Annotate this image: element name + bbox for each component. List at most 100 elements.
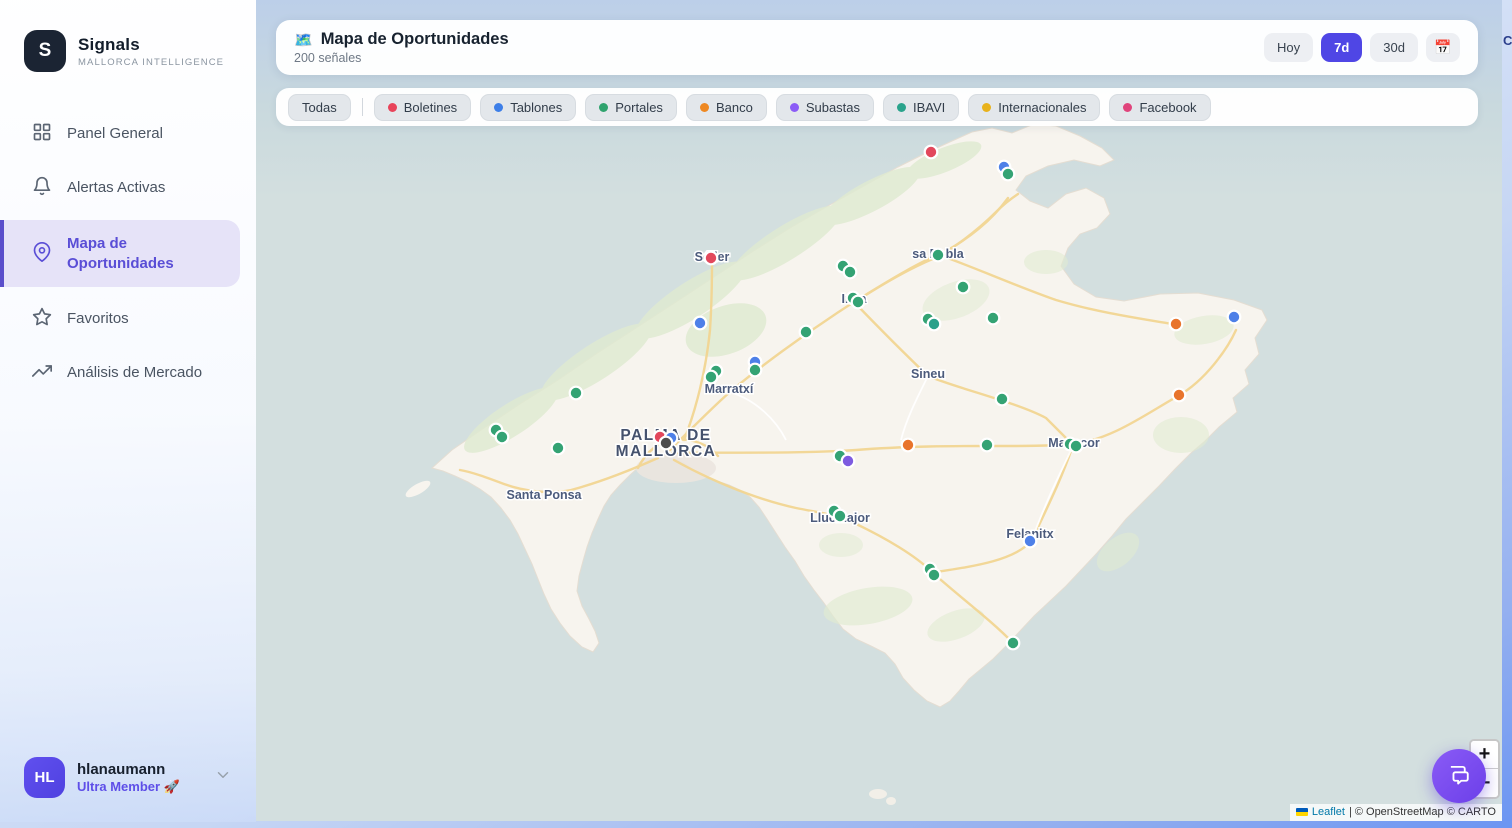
- map-marker-green[interactable]: [932, 249, 945, 262]
- map-emoji-icon: 🗺️: [294, 31, 313, 49]
- sidebar-item-favoritos[interactable]: Favoritos: [0, 297, 246, 341]
- map-marker-green[interactable]: [1002, 168, 1015, 181]
- ukraine-flag-icon: [1296, 808, 1308, 816]
- grid-icon: [32, 122, 52, 146]
- filter-chip-banco[interactable]: Banco: [686, 94, 767, 121]
- sidebar-item-panel-general[interactable]: Panel General: [0, 112, 246, 156]
- time-filter-30d[interactable]: 30d: [1370, 33, 1418, 62]
- trend-up-icon: [32, 361, 52, 385]
- chip-label: Boletines: [404, 100, 457, 115]
- chip-color-dot: [388, 103, 397, 112]
- time-filter-group: Hoy 7d 30d 📅: [1264, 33, 1460, 62]
- sidebar-item-an-lisis-de-mercado[interactable]: Análisis de Mercado: [0, 351, 246, 395]
- filter-chip-facebook[interactable]: Facebook: [1109, 94, 1210, 121]
- sidebar-item-label: Alertas Activas: [67, 178, 165, 198]
- chip-color-dot: [700, 103, 709, 112]
- star-icon: [32, 307, 52, 331]
- user-tier-badge: Ultra Member 🚀: [77, 779, 180, 795]
- time-filter-hoy[interactable]: Hoy: [1264, 33, 1313, 62]
- filter-chip-todas[interactable]: Todas: [288, 94, 351, 121]
- sidebar-item-label: Panel General: [67, 124, 163, 144]
- map-marker-orange[interactable]: [1170, 318, 1183, 331]
- calendar-icon[interactable]: 📅: [1426, 33, 1460, 62]
- chip-label: Banco: [716, 100, 753, 115]
- map-town-label: Santa Ponsa: [506, 488, 582, 502]
- map-marker-green[interactable]: [928, 569, 941, 582]
- chip-divider: [362, 98, 363, 116]
- sidebar-item-alertas-activas[interactable]: Alertas Activas: [0, 166, 246, 210]
- bell-icon: [32, 176, 52, 200]
- map-marker-teal[interactable]: [928, 318, 941, 331]
- map-canvas[interactable]: Sóllersa PoblaIncaSineuPALMA DEMALLORCAM…: [256, 0, 1502, 821]
- map-marker-green[interactable]: [834, 510, 847, 523]
- filter-chips-bar: Todas Boletines Tablones Portales Banco Subas…: [276, 88, 1478, 126]
- user-card[interactable]: HL hlanaumann Ultra Member 🚀: [0, 739, 256, 822]
- chip-label: Subastas: [806, 100, 860, 115]
- map-marker-green[interactable]: [981, 439, 994, 452]
- filter-chip-ibavi[interactable]: IBAVI: [883, 94, 959, 121]
- map-marker-blue[interactable]: [1228, 311, 1241, 324]
- map-marker-green[interactable]: [705, 371, 718, 384]
- sidebar: S Signals MALLORCA INTELLIGENCE Panel Ge…: [0, 0, 256, 822]
- map-pin-icon: [32, 242, 52, 266]
- chip-color-dot: [897, 103, 906, 112]
- map-marker-purple[interactable]: [842, 455, 855, 468]
- map-marker-green[interactable]: [749, 364, 762, 377]
- map-marker-green[interactable]: [496, 431, 509, 444]
- chip-label: Facebook: [1139, 100, 1196, 115]
- chip-color-dot: [494, 103, 503, 112]
- page-title: Mapa de Oportunidades: [321, 30, 509, 49]
- chip-color-dot: [790, 103, 799, 112]
- chip-color-dot: [599, 103, 608, 112]
- chat-bubbles-icon: [1446, 762, 1472, 791]
- filter-chip-boletines[interactable]: Boletines: [374, 94, 471, 121]
- map-marker-orange[interactable]: [902, 439, 915, 452]
- map-marker-blue[interactable]: [694, 317, 707, 330]
- map-marker-green[interactable]: [987, 312, 1000, 325]
- chip-label: IBAVI: [913, 100, 945, 115]
- map-marker-green[interactable]: [996, 393, 1009, 406]
- map-marker-green[interactable]: [844, 266, 857, 279]
- map-marker-green[interactable]: [800, 326, 813, 339]
- chat-button[interactable]: [1432, 749, 1486, 803]
- brand-logo: S: [24, 30, 66, 72]
- sidebar-item-label: Análisis de Mercado: [67, 363, 202, 383]
- brand: S Signals MALLORCA INTELLIGENCE: [0, 0, 256, 98]
- attribution-text: | © OpenStreetMap © CARTO: [1349, 806, 1496, 818]
- user-name: hlanaumann: [77, 761, 180, 778]
- map-marker-red[interactable]: [925, 146, 938, 159]
- sidebar-item-label: Mapa de Oportunidades: [67, 234, 217, 273]
- chip-label: Portales: [615, 100, 663, 115]
- map-marker-green[interactable]: [957, 281, 970, 294]
- edge-clipped-text: Cl: [1503, 33, 1512, 48]
- map-town-label: Sineu: [911, 367, 945, 381]
- app-root: S Signals MALLORCA INTELLIGENCE Panel Ge…: [0, 0, 1512, 828]
- chip-color-dot: [982, 103, 991, 112]
- signal-count: 200 señales: [294, 51, 509, 65]
- brand-name: Signals: [78, 35, 224, 55]
- chevron-down-icon[interactable]: [214, 766, 232, 789]
- chip-label: Tablones: [510, 100, 562, 115]
- map-marker-green[interactable]: [570, 387, 583, 400]
- filter-chip-portales[interactable]: Portales: [585, 94, 677, 121]
- cabrera-islet: [869, 789, 887, 799]
- map-marker-dark[interactable]: [660, 437, 673, 450]
- time-filter-7d[interactable]: 7d: [1321, 33, 1362, 62]
- leaflet-link[interactable]: Leaflet: [1312, 806, 1345, 818]
- filter-chip-internacionales[interactable]: Internacionales: [968, 94, 1100, 121]
- map-attribution: Leaflet | © OpenStreetMap © CARTO: [1290, 804, 1502, 821]
- filter-chip-subastas[interactable]: Subastas: [776, 94, 874, 121]
- filter-chip-tablones[interactable]: Tablones: [480, 94, 576, 121]
- brand-tagline: MALLORCA INTELLIGENCE: [78, 57, 224, 68]
- map-marker-green[interactable]: [552, 442, 565, 455]
- cabrera-islet-2: [886, 797, 896, 805]
- map-marker-blue[interactable]: [1024, 535, 1037, 548]
- chip-color-dot: [1123, 103, 1132, 112]
- sidebar-item-mapa-de-oportunidades[interactable]: Mapa de Oportunidades: [0, 220, 240, 287]
- map-marker-green[interactable]: [1070, 440, 1083, 453]
- map-marker-orange[interactable]: [1173, 389, 1186, 402]
- map-header-card: 🗺️ Mapa de Oportunidades 200 señales Hoy…: [276, 20, 1478, 75]
- map-marker-red[interactable]: [705, 252, 718, 265]
- map-marker-green[interactable]: [852, 296, 865, 309]
- map-marker-green[interactable]: [1007, 637, 1020, 650]
